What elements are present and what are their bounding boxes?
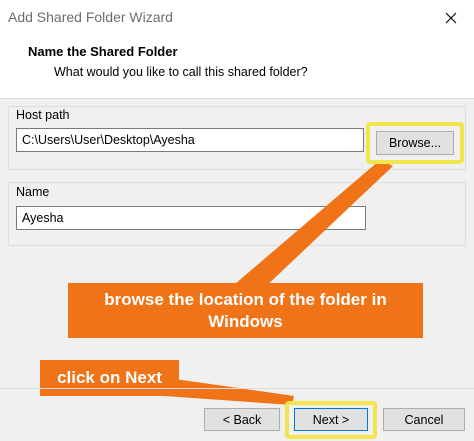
close-icon — [445, 12, 457, 24]
close-button[interactable] — [428, 0, 474, 36]
page-title: Name the Shared Folder — [28, 44, 178, 59]
host-path-label: Host path — [16, 108, 70, 122]
cancel-button[interactable]: Cancel — [383, 408, 465, 431]
name-field[interactable]: Ayesha — [16, 206, 366, 230]
back-button[interactable]: < Back — [204, 408, 280, 431]
title-bar: Add Shared Folder Wizard — [0, 0, 474, 36]
browse-button[interactable]: Browse... — [376, 131, 454, 155]
host-path-field[interactable]: C:\Users\User\Desktop\Ayesha — [16, 128, 364, 152]
next-button[interactable]: Next > — [294, 408, 368, 431]
window-title: Add Shared Folder Wizard — [8, 9, 173, 25]
name-label: Name — [16, 185, 50, 199]
browse-callout: browse the location of the folder in Win… — [68, 283, 423, 338]
next-callout: click on Next — [40, 360, 179, 396]
footer-divider — [0, 388, 474, 389]
wizard-header: Name the Shared Folder What would you li… — [0, 36, 474, 99]
page-subtitle: What would you like to call this shared … — [54, 65, 308, 79]
